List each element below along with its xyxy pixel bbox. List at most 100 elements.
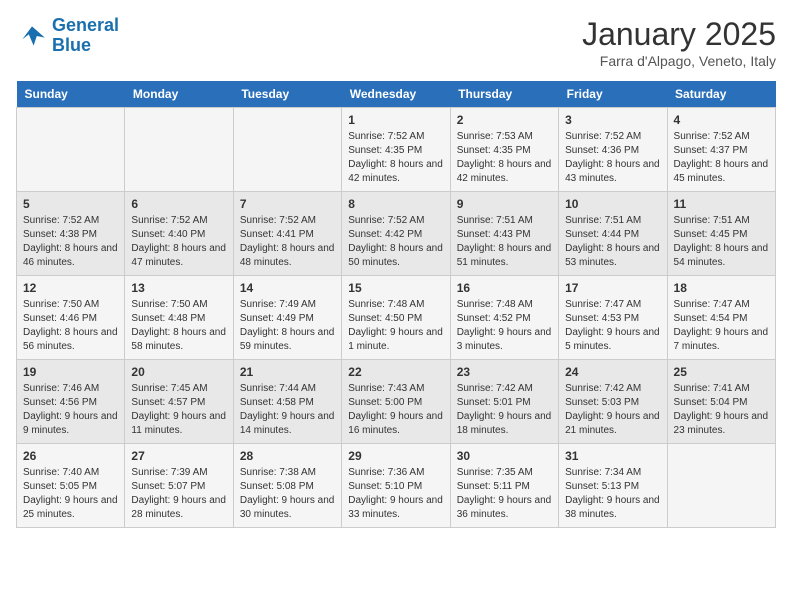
calendar-cell: 10 Sunrise: 7:51 AM Sunset: 4:44 PM Dayli… [559, 192, 667, 276]
day-number: 12 [23, 281, 118, 295]
day-number: 23 [457, 365, 552, 379]
day-number: 13 [131, 281, 226, 295]
day-number: 9 [457, 197, 552, 211]
column-header-friday: Friday [559, 81, 667, 108]
title-block: January 2025 Farra d'Alpago, Veneto, Ita… [582, 16, 776, 69]
day-number: 2 [457, 113, 552, 127]
day-info: Sunrise: 7:38 AM Sunset: 5:08 PM Dayligh… [240, 466, 335, 522]
day-info: Sunrise: 7:44 AM Sunset: 4:58 PM Dayligh… [240, 382, 335, 438]
calendar-cell: 22 Sunrise: 7:43 AM Sunset: 5:00 PM Dayli… [342, 360, 450, 444]
calendar-cell [233, 108, 341, 192]
day-info: Sunrise: 7:45 AM Sunset: 4:57 PM Dayligh… [131, 382, 226, 438]
day-number: 5 [23, 197, 118, 211]
day-number: 21 [240, 365, 335, 379]
calendar-cell: 8 Sunrise: 7:52 AM Sunset: 4:42 PM Daylig… [342, 192, 450, 276]
day-number: 29 [348, 449, 443, 463]
column-header-tuesday: Tuesday [233, 81, 341, 108]
day-info: Sunrise: 7:35 AM Sunset: 5:11 PM Dayligh… [457, 466, 552, 522]
calendar-header-row: SundayMondayTuesdayWednesdayThursdayFrid… [17, 81, 776, 108]
day-info: Sunrise: 7:48 AM Sunset: 4:52 PM Dayligh… [457, 298, 552, 354]
calendar-cell: 23Sunrise: 7:42 AM Sunset: 5:01 PM Dayli… [450, 360, 558, 444]
day-number: 19 [23, 365, 118, 379]
day-number: 28 [240, 449, 335, 463]
day-info: Sunrise: 7:51 AM Sunset: 4:44 PM Dayligh… [565, 214, 660, 270]
logo-text: General Blue [52, 16, 119, 56]
day-number: 25 [674, 365, 769, 379]
day-info: Sunrise: 7:52 AM Sunset: 4:38 PM Dayligh… [23, 214, 118, 270]
calendar-cell: 9 Sunrise: 7:51 AM Sunset: 4:43 PM Daylig… [450, 192, 558, 276]
calendar-week-row: 26 Sunrise: 7:40 AM Sunset: 5:05 PM Dayli… [17, 444, 776, 528]
calendar-cell: 16 Sunrise: 7:48 AM Sunset: 4:52 PM Dayli… [450, 276, 558, 360]
day-info: Sunrise: 7:52 AM Sunset: 4:35 PM Dayligh… [348, 130, 443, 186]
calendar-cell: 18Sunrise: 7:47 AM Sunset: 4:54 PM Dayli… [667, 276, 775, 360]
day-number: 22 [348, 365, 443, 379]
calendar-cell: 17Sunrise: 7:47 AM Sunset: 4:53 PM Dayli… [559, 276, 667, 360]
day-number: 4 [674, 113, 769, 127]
day-info: Sunrise: 7:49 AM Sunset: 4:49 PM Dayligh… [240, 298, 335, 354]
calendar-cell [125, 108, 233, 192]
column-header-wednesday: Wednesday [342, 81, 450, 108]
day-number: 15 [348, 281, 443, 295]
calendar-cell [667, 444, 775, 528]
calendar-cell [17, 108, 125, 192]
day-number: 26 [23, 449, 118, 463]
calendar-cell: 13 Sunrise: 7:50 AM Sunset: 4:48 PM Dayli… [125, 276, 233, 360]
day-info: Sunrise: 7:53 AM Sunset: 4:35 PM Dayligh… [457, 130, 552, 186]
day-info: Sunrise: 7:52 AM Sunset: 4:37 PM Dayligh… [674, 130, 769, 186]
day-number: 7 [240, 197, 335, 211]
calendar-cell: 7Sunrise: 7:52 AM Sunset: 4:41 PM Daylig… [233, 192, 341, 276]
calendar-cell: 4 Sunrise: 7:52 AM Sunset: 4:37 PM Daylig… [667, 108, 775, 192]
day-info: Sunrise: 7:48 AM Sunset: 4:50 PM Dayligh… [348, 298, 443, 354]
calendar-cell: 11 Sunrise: 7:51 AM Sunset: 4:45 PM Dayli… [667, 192, 775, 276]
day-info: Sunrise: 7:39 AM Sunset: 5:07 PM Dayligh… [131, 466, 226, 522]
day-number: 1 [348, 113, 443, 127]
day-number: 6 [131, 197, 226, 211]
day-info: Sunrise: 7:34 AM Sunset: 5:13 PM Dayligh… [565, 466, 660, 522]
column-header-monday: Monday [125, 81, 233, 108]
calendar-cell: 26 Sunrise: 7:40 AM Sunset: 5:05 PM Dayli… [17, 444, 125, 528]
calendar-cell: 15 Sunrise: 7:48 AM Sunset: 4:50 PM Dayli… [342, 276, 450, 360]
day-number: 10 [565, 197, 660, 211]
page-header: General Blue January 2025 Farra d'Alpago… [16, 16, 776, 69]
calendar-cell: 24 Sunrise: 7:42 AM Sunset: 5:03 PM Dayli… [559, 360, 667, 444]
day-info: Sunrise: 7:42 AM Sunset: 5:03 PM Dayligh… [565, 382, 660, 438]
day-info: Sunrise: 7:51 AM Sunset: 4:45 PM Dayligh… [674, 214, 769, 270]
month-title: January 2025 [582, 16, 776, 53]
calendar-cell: 31 Sunrise: 7:34 AM Sunset: 5:13 PM Dayli… [559, 444, 667, 528]
day-info: Sunrise: 7:52 AM Sunset: 4:42 PM Dayligh… [348, 214, 443, 270]
day-info: Sunrise: 7:52 AM Sunset: 4:40 PM Dayligh… [131, 214, 226, 270]
day-number: 16 [457, 281, 552, 295]
day-info: Sunrise: 7:36 AM Sunset: 5:10 PM Dayligh… [348, 466, 443, 522]
day-info: Sunrise: 7:46 AM Sunset: 4:56 PM Dayligh… [23, 382, 118, 438]
calendar-cell: 28 Sunrise: 7:38 AM Sunset: 5:08 PM Dayli… [233, 444, 341, 528]
calendar-cell: 1 Sunrise: 7:52 AM Sunset: 4:35 PM Daylig… [342, 108, 450, 192]
day-number: 27 [131, 449, 226, 463]
day-info: Sunrise: 7:40 AM Sunset: 5:05 PM Dayligh… [23, 466, 118, 522]
day-number: 24 [565, 365, 660, 379]
day-number: 8 [348, 197, 443, 211]
calendar-cell: 6 Sunrise: 7:52 AM Sunset: 4:40 PM Daylig… [125, 192, 233, 276]
day-number: 11 [674, 197, 769, 211]
calendar-week-row: 19 Sunrise: 7:46 AM Sunset: 4:56 PM Dayli… [17, 360, 776, 444]
calendar-table: SundayMondayTuesdayWednesdayThursdayFrid… [16, 81, 776, 528]
day-info: Sunrise: 7:47 AM Sunset: 4:53 PM Dayligh… [565, 298, 660, 354]
calendar-cell: 30 Sunrise: 7:35 AM Sunset: 5:11 PM Dayli… [450, 444, 558, 528]
day-number: 30 [457, 449, 552, 463]
day-number: 14 [240, 281, 335, 295]
calendar-cell: 25Sunrise: 7:41 AM Sunset: 5:04 PM Dayli… [667, 360, 775, 444]
calendar-week-row: 1 Sunrise: 7:52 AM Sunset: 4:35 PM Daylig… [17, 108, 776, 192]
column-header-thursday: Thursday [450, 81, 558, 108]
calendar-cell: 14 Sunrise: 7:49 AM Sunset: 4:49 PM Dayli… [233, 276, 341, 360]
day-number: 31 [565, 449, 660, 463]
calendar-cell: 3Sunrise: 7:52 AM Sunset: 4:36 PM Daylig… [559, 108, 667, 192]
day-info: Sunrise: 7:50 AM Sunset: 4:46 PM Dayligh… [23, 298, 118, 354]
day-info: Sunrise: 7:50 AM Sunset: 4:48 PM Dayligh… [131, 298, 226, 354]
day-info: Sunrise: 7:51 AM Sunset: 4:43 PM Dayligh… [457, 214, 552, 270]
day-number: 18 [674, 281, 769, 295]
calendar-cell: 29 Sunrise: 7:36 AM Sunset: 5:10 PM Dayli… [342, 444, 450, 528]
day-info: Sunrise: 7:43 AM Sunset: 5:00 PM Dayligh… [348, 382, 443, 438]
calendar-cell: 5 Sunrise: 7:52 AM Sunset: 4:38 PM Daylig… [17, 192, 125, 276]
column-header-sunday: Sunday [17, 81, 125, 108]
calendar-cell: 19 Sunrise: 7:46 AM Sunset: 4:56 PM Dayli… [17, 360, 125, 444]
calendar-cell: 21 Sunrise: 7:44 AM Sunset: 4:58 PM Dayli… [233, 360, 341, 444]
